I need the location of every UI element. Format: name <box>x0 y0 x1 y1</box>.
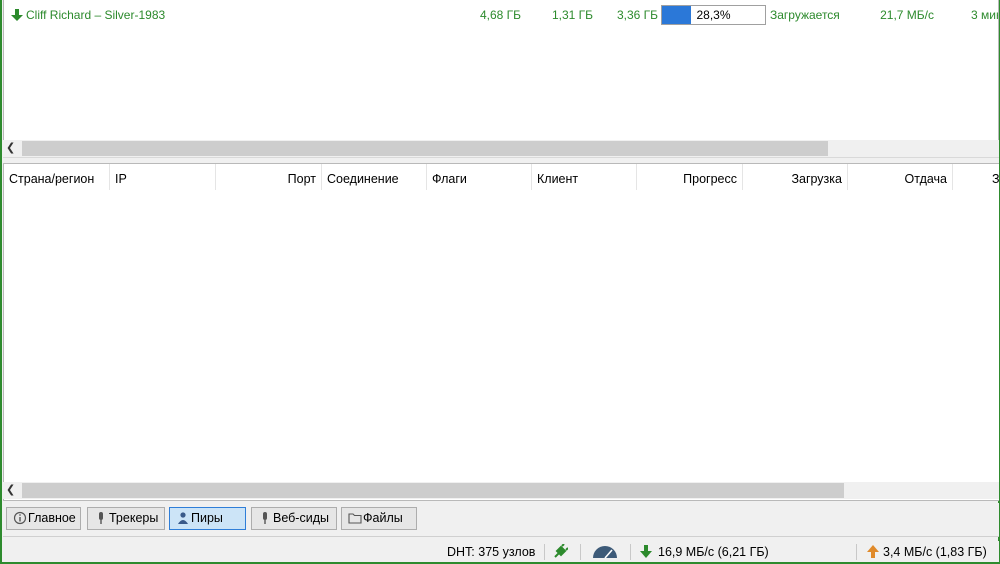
peers-scrollbar[interactable]: ❮ <box>3 482 999 499</box>
column-header-progress[interactable]: Прогресс <box>637 164 743 190</box>
torrent-size: 4,68 ГБ <box>479 8 521 22</box>
torrent-remaining: 3,36 ГБ <box>616 8 658 22</box>
column-header-connection[interactable]: Соединение <box>322 164 427 190</box>
torrent-list: Cliff Richard – Silver-1983 4,68 ГБ 1,31… <box>3 0 999 157</box>
column-header-ip[interactable]: IP <box>110 164 216 190</box>
column-header-country[interactable]: ⌄ Страна/регион <box>4 164 110 190</box>
info-icon <box>13 511 27 525</box>
progress-percent: 28,3% <box>696 8 731 22</box>
tab-peers[interactable]: Пиры <box>169 507 246 530</box>
status-bar: DHT: 375 узлов 16,9 МБ/с (6,21 ГБ) 3,4 М… <box>3 541 999 562</box>
torrent-progress-bar: 28,3% <box>661 5 766 25</box>
scroll-left-icon[interactable]: ❮ <box>6 140 18 157</box>
torrent-list-scrollbar[interactable]: ❮ <box>3 140 999 157</box>
peers-header: ⌄ Страна/регион IP Порт Соединение Флаги… <box>4 164 999 190</box>
torrent-eta: 3 мин <box>971 8 998 22</box>
folder-icon <box>348 513 362 524</box>
detail-tabs: Главное Трекеры Пиры Веб-сиды Файлы <box>3 503 999 537</box>
tab-files[interactable]: Файлы <box>341 507 417 530</box>
tab-web-seeds[interactable]: Веб-сиды <box>251 507 337 530</box>
upload-speed-icon <box>867 545 879 558</box>
download-speed-status: 16,9 МБ/с (6,21 ГБ) <box>658 545 769 559</box>
tab-trackers[interactable]: Трекеры <box>87 507 165 530</box>
column-header-client[interactable]: Клиент <box>532 164 637 190</box>
download-arrow-icon <box>11 9 23 21</box>
scrollbar-thumb[interactable] <box>22 141 828 156</box>
tab-general[interactable]: Главное <box>6 507 81 530</box>
torrent-row[interactable]: Cliff Richard – Silver-1983 4,68 ГБ 1,31… <box>4 4 998 26</box>
scrollbar-thumb[interactable] <box>22 483 844 498</box>
speed-limit-gauge-icon[interactable] <box>592 545 618 559</box>
status-separator <box>544 544 545 560</box>
peers-panel: ⌄ Страна/регион IP Порт Соединение Флаги… <box>3 163 999 501</box>
column-header-more[interactable]: З <box>953 164 999 190</box>
column-header-upload[interactable]: Отдача <box>848 164 953 190</box>
tracker-icon <box>99 512 103 524</box>
dht-status: DHT: 375 узлов <box>447 545 536 559</box>
download-speed-icon <box>640 545 652 558</box>
status-separator <box>630 544 631 560</box>
sort-caret-icon: ⌄ <box>54 173 62 183</box>
torrent-download-speed: 21,7 МБ/с <box>880 8 934 22</box>
torrent-status: Загружается <box>770 8 840 22</box>
torrent-downloaded: 1,31 ГБ <box>551 8 593 22</box>
upload-speed-status: 3,4 МБ/с (1,83 ГБ) <box>883 545 987 559</box>
peers-icon <box>178 512 188 524</box>
scroll-left-icon[interactable]: ❮ <box>6 482 18 499</box>
column-header-download[interactable]: Загрузка <box>743 164 848 190</box>
status-separator <box>580 544 581 560</box>
torrent-name: Cliff Richard – Silver-1983 <box>26 8 166 22</box>
column-header-flags[interactable]: Флаги <box>427 164 532 190</box>
connection-plug-icon[interactable] <box>552 544 568 560</box>
web-seed-icon <box>263 512 267 524</box>
column-header-port[interactable]: Порт <box>216 164 322 190</box>
status-separator <box>856 544 857 560</box>
